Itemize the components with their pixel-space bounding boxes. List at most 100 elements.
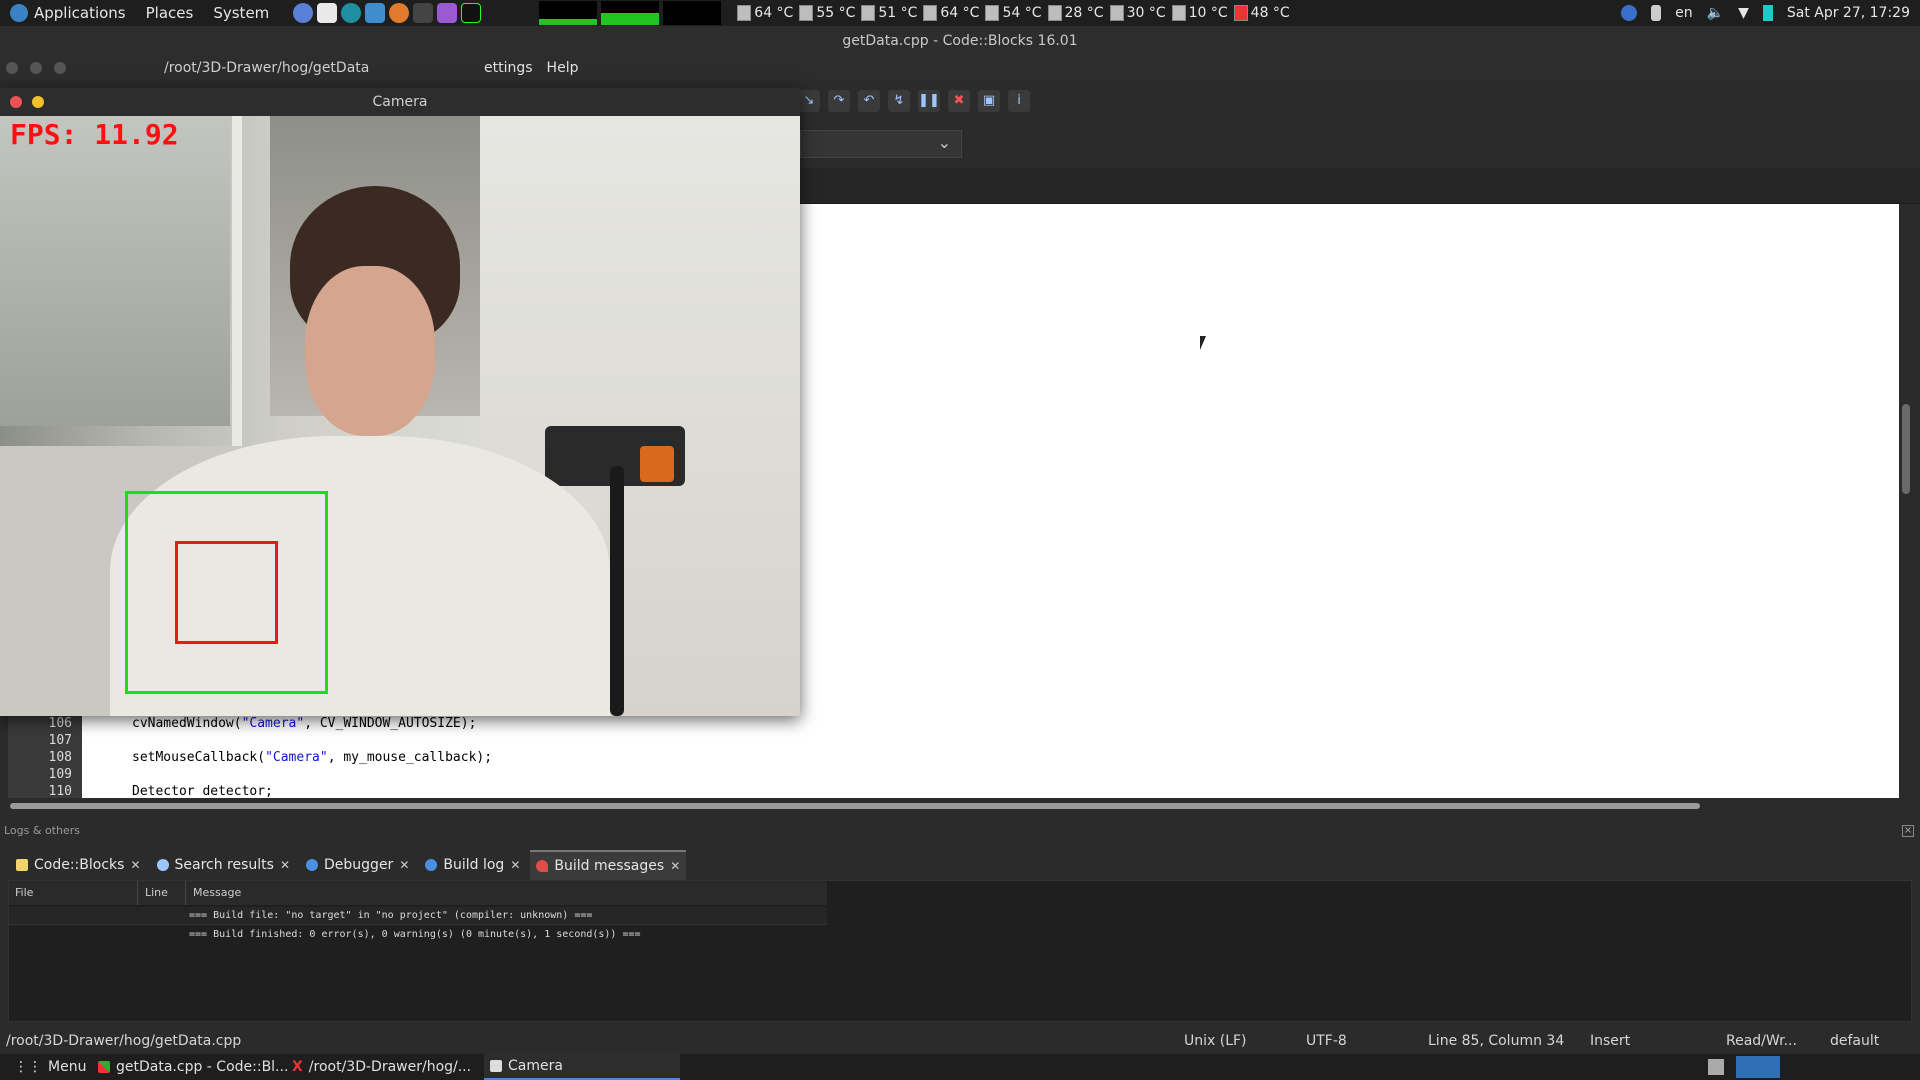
- step-over-icon[interactable]: ↷: [828, 90, 850, 112]
- close-dot-icon[interactable]: [6, 62, 18, 74]
- distro-logo-icon: [10, 4, 28, 22]
- tshirt-logo: [430, 526, 510, 586]
- temp-sensor: 51 °C: [861, 5, 917, 21]
- scroll-thumb[interactable]: [1902, 404, 1910, 494]
- close-icon[interactable]: ✕: [670, 859, 680, 873]
- tab-debugger[interactable]: Debugger ✕: [300, 850, 415, 880]
- debug-windows-icon[interactable]: ▣: [978, 90, 1000, 112]
- status-cursor-position: Line 85, Column 34: [1428, 1033, 1565, 1049]
- column-line[interactable]: Line: [145, 886, 168, 899]
- codeblocks-titlebar[interactable]: getData.cpp - Code::Blocks 16.01: [0, 26, 1920, 56]
- system-menu[interactable]: System: [203, 0, 279, 26]
- top-panel: Applications Places System 64 °C 55 °C 5…: [0, 0, 1920, 26]
- message-text: === Build file: "no target" in "no proje…: [189, 910, 593, 921]
- menu-label: Menu: [48, 1059, 87, 1075]
- close-icon[interactable]: ✕: [130, 858, 140, 872]
- column-file[interactable]: File: [15, 886, 33, 899]
- step-into-icon[interactable]: ↘: [798, 90, 820, 112]
- accessibility-icon[interactable]: [1621, 5, 1638, 21]
- thermometer-icon: [985, 5, 1000, 21]
- places-menu[interactable]: Places: [136, 0, 204, 26]
- keyboard-icon[interactable]: [1708, 1059, 1724, 1075]
- thermometer-icon: [1171, 5, 1186, 21]
- files-launcher-icon[interactable]: [365, 3, 386, 23]
- mouse-pointer-icon: [1200, 336, 1212, 350]
- build-messages-table[interactable]: File Line Message === Build file: "no ta…: [8, 880, 1912, 1022]
- pin-icon: [536, 860, 549, 872]
- camera-feed[interactable]: FPS: 11.92: [0, 116, 800, 716]
- close-icon[interactable]: [10, 96, 22, 108]
- editor-horizontal-scrollbar[interactable]: [8, 800, 1900, 812]
- browser-launcher-icon[interactable]: [293, 3, 314, 23]
- bluetooth-icon[interactable]: [1651, 5, 1662, 21]
- scroll-thumb[interactable]: [10, 803, 1700, 809]
- menu-help[interactable]: Help: [547, 60, 579, 76]
- target-combo[interactable]: [800, 130, 962, 158]
- network-launcher-icon[interactable]: [341, 3, 362, 23]
- window-icon: [490, 1060, 502, 1072]
- maximize-dot-icon[interactable]: [54, 62, 66, 74]
- step-out-icon[interactable]: ↶: [858, 90, 880, 112]
- close-icon[interactable]: ×: [1902, 825, 1914, 837]
- keyboard-layout-indicator[interactable]: en: [1675, 5, 1693, 21]
- status-file-path: /root/3D-Drawer/hog/getData.cpp: [6, 1033, 242, 1049]
- camera-window[interactable]: Camera FPS: 11.92: [0, 88, 800, 716]
- tab-build-messages[interactable]: Build messages ✕: [530, 850, 687, 880]
- info-icon[interactable]: i: [1008, 90, 1030, 112]
- task-camera[interactable]: Camera: [484, 1054, 680, 1080]
- close-icon[interactable]: ✕: [280, 858, 290, 872]
- taskbar: ⋮⋮ Menu getData.cpp - Code::Bl... X /roo…: [0, 1054, 1920, 1080]
- editor-vertical-scrollbar[interactable]: [1899, 204, 1915, 798]
- firefox-launcher-icon[interactable]: [389, 3, 410, 23]
- editor-area[interactable]: [800, 204, 1899, 798]
- minimize-dot-icon[interactable]: [30, 62, 42, 74]
- grid-icon: ⋮⋮: [14, 1059, 42, 1075]
- tab-codeblocks[interactable]: Code::Blocks ✕: [10, 850, 147, 880]
- table-header: File Line Message: [9, 881, 827, 905]
- column-message[interactable]: Message: [193, 886, 241, 899]
- stop-icon[interactable]: ✖: [948, 90, 970, 112]
- volume-icon[interactable]: 🔈: [1707, 5, 1724, 21]
- thermometer-icon: [799, 5, 814, 21]
- menu-button[interactable]: ⋮⋮ Menu: [8, 1054, 92, 1080]
- applications-menu[interactable]: Applications: [0, 0, 136, 26]
- next-instruction-icon[interactable]: ↯: [888, 90, 910, 112]
- places-label: Places: [145, 4, 194, 22]
- task-codeblocks[interactable]: getData.cpp - Code::Bl...: [92, 1054, 294, 1080]
- code-view[interactable]: 106 cvNamedWindow("Camera", CV_WINDOW_AU…: [49, 716, 1899, 799]
- temp-sensor: 10 °C: [1171, 5, 1228, 21]
- close-icon[interactable]: ✕: [510, 858, 520, 872]
- gear-icon: [306, 859, 319, 871]
- close-icon[interactable]: ✕: [399, 858, 409, 872]
- thermometer-icon: [737, 5, 752, 21]
- pycharm-launcher-icon[interactable]: [461, 3, 482, 23]
- message-text: === Build finished: 0 error(s), 0 warnin…: [189, 929, 641, 940]
- chrome-launcher-icon[interactable]: [317, 3, 338, 23]
- table-row[interactable]: === Build file: "no target" in "no proje…: [9, 907, 827, 925]
- search-icon: [156, 859, 169, 871]
- terminal-titlebar[interactable]: /root/3D-Drawer/hog/getData: [0, 56, 480, 80]
- menu-settings[interactable]: ettings: [484, 60, 533, 76]
- tab-build-log[interactable]: Build log ✕: [419, 850, 526, 880]
- logs-panel-title: Logs & others: [4, 824, 80, 837]
- face: [305, 266, 435, 436]
- editor-launcher-icon[interactable]: [437, 3, 458, 23]
- table-row[interactable]: === Build finished: 0 error(s), 0 warnin…: [9, 926, 827, 944]
- task-terminal[interactable]: X /root/3D-Drawer/hog/...: [286, 1054, 477, 1080]
- wifi-icon[interactable]: ▼: [1738, 5, 1749, 21]
- clock[interactable]: Sat Apr 27, 17:29: [1787, 5, 1910, 21]
- network-graph: [663, 1, 722, 25]
- debug-toolbar: ↘ ↷ ↶ ↯ ❚❚ ✖ ▣ i: [798, 88, 1048, 114]
- terminal-launcher-icon[interactable]: [413, 3, 434, 23]
- thermometer-icon: [1047, 5, 1062, 21]
- tab-search-results[interactable]: Search results ✕: [151, 850, 297, 880]
- workspace-switcher[interactable]: [1736, 1056, 1780, 1078]
- camera-titlebar[interactable]: Camera: [0, 88, 800, 116]
- line-number: 107: [48, 733, 72, 748]
- minimize-icon[interactable]: [32, 96, 44, 108]
- status-insert-mode: Insert: [1590, 1033, 1631, 1049]
- pause-icon[interactable]: ❚❚: [918, 90, 940, 112]
- system-label: System: [213, 4, 270, 22]
- battery-icon[interactable]: [1762, 5, 1773, 21]
- codeblocks-menubar: ettings Help: [480, 56, 1920, 80]
